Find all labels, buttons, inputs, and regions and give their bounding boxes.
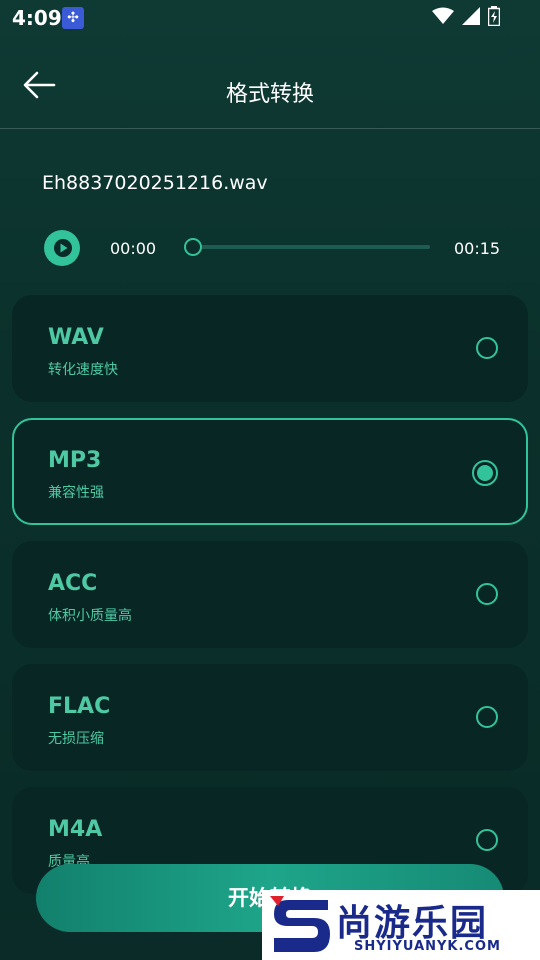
format-description: 无损压缩 [48, 731, 104, 747]
wifi-icon [432, 7, 454, 24]
format-option-acc[interactable]: ACC 体积小质量高 [12, 541, 528, 648]
format-description: 体积小质量高 [48, 608, 132, 624]
watermark-s-icon [270, 896, 330, 952]
battery-icon [488, 6, 500, 26]
format-option-flac[interactable]: FLAC 无损压缩 [12, 664, 528, 771]
format-radio-button[interactable] [476, 583, 498, 605]
format-radio-button[interactable] [472, 460, 498, 486]
current-time: 00:00 [110, 239, 157, 258]
format-name: ACC [48, 571, 98, 596]
format-option-wav[interactable]: WAV 转化速度快 [12, 295, 528, 402]
format-name: MP3 [48, 448, 102, 473]
status-time: 4:09 [12, 6, 62, 30]
format-list: WAV 转化速度快 MP3 兼容性强 ACC 体积小质量高 FLAC 无损压缩 M4A 质量高 [12, 295, 528, 910]
format-name: M4A [48, 817, 103, 842]
format-option-mp3[interactable]: MP3 兼容性强 [12, 418, 528, 525]
status-bar: 4:09 ✣ [0, 0, 540, 36]
play-icon [54, 239, 72, 257]
format-description: 兼容性强 [48, 485, 104, 501]
format-radio-button[interactable] [476, 829, 498, 851]
page-title: 格式转换 [225, 82, 314, 107]
status-icons [432, 6, 500, 26]
app-bar: 格式转换 [0, 36, 540, 129]
play-button[interactable] [44, 230, 80, 266]
format-name: FLAC [48, 694, 111, 719]
fan-app-icon: ✣ [62, 7, 84, 29]
progress-slider[interactable] [184, 238, 430, 256]
watermark-logo: 尚游乐园 SHYIYUANYK.COM [262, 890, 540, 960]
file-name: Eh8837020251216.wav [42, 172, 268, 194]
format-name: WAV [48, 325, 104, 350]
format-radio-button[interactable] [476, 337, 498, 359]
format-radio-button[interactable] [476, 706, 498, 728]
signal-icon [462, 7, 480, 25]
audio-player: 00:00 00:15 [44, 230, 514, 266]
progress-thumb[interactable] [184, 238, 202, 256]
radio-selected-dot [477, 465, 493, 481]
format-description: 转化速度快 [48, 362, 118, 378]
watermark-subtext: SHYIYUANYK.COM [354, 939, 501, 954]
total-time: 00:15 [454, 239, 501, 258]
